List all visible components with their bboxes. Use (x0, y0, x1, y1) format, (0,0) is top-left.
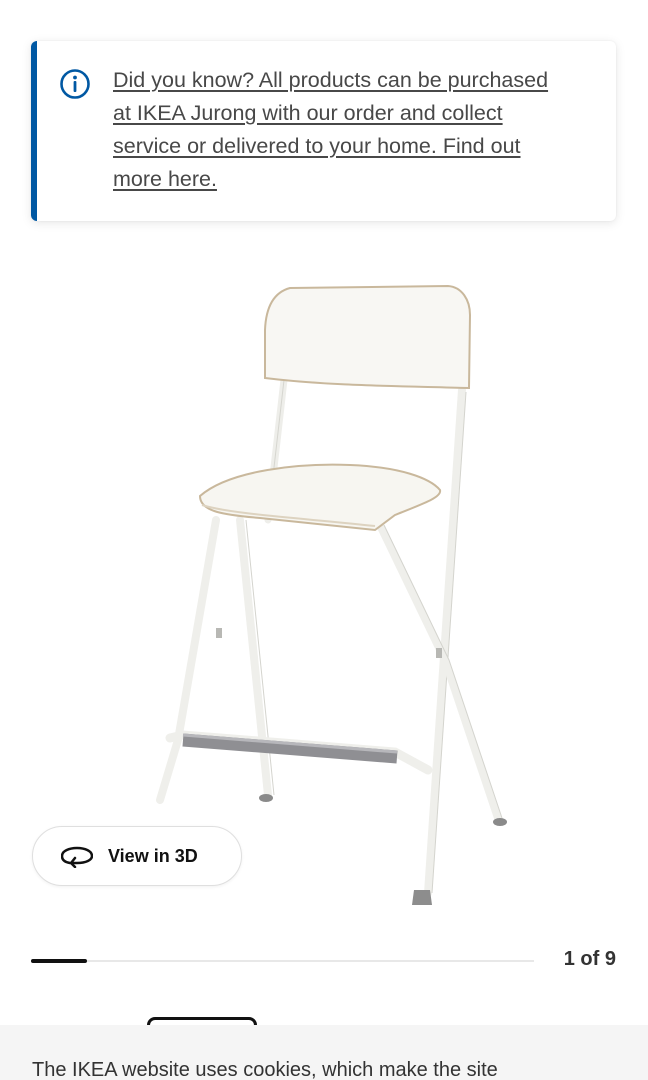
cookie-text: The IKEA website uses cookies, which mak… (32, 1059, 498, 1080)
notice-accent-bar (31, 41, 37, 221)
view-in-3d-label: View in 3D (108, 845, 198, 866)
rotate-3d-icon (61, 846, 93, 868)
gallery-counter: 1 of 9 (563, 948, 616, 970)
notice-link[interactable]: Did you know? All products can be purcha… (113, 64, 553, 196)
bar-stool-image (156, 284, 507, 905)
info-icon (60, 69, 90, 99)
view-in-3d-button[interactable]: View in 3D (32, 826, 242, 886)
cookie-banner: The IKEA website uses cookies, which mak… (0, 1025, 648, 1080)
gallery-progress-indicator (31, 959, 87, 963)
gallery-progress-track (31, 960, 534, 962)
